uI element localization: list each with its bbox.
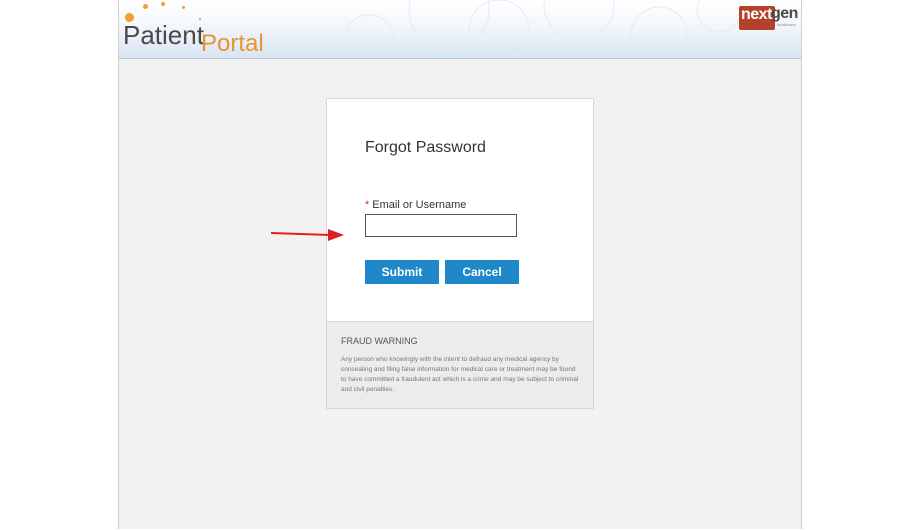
red-arrow-icon <box>270 229 344 241</box>
email-username-label: * Email or Username <box>365 199 466 211</box>
fraud-warning-text: Any person who knowingly with the intent… <box>341 356 579 393</box>
cancel-button[interactable]: Cancel <box>445 260 519 284</box>
header-banner: Patient Portal next gen healthcare <box>119 0 801 59</box>
required-marker: * <box>365 199 370 211</box>
email-username-input[interactable] <box>365 214 517 237</box>
logo-portal-text: Portal <box>201 30 264 57</box>
nextgen-logo-subtext: healthcare <box>777 22 796 27</box>
forgot-password-card: Forgot Password * Email or Username Submi… <box>326 98 594 322</box>
page-title: Forgot Password <box>365 139 486 156</box>
email-username-label-text: Email or Username <box>372 199 467 211</box>
submit-button[interactable]: Submit <box>365 260 439 284</box>
fraud-warning-panel: FRAUD WARNING Any person who knowingly w… <box>326 322 594 409</box>
nextgen-logo-next: next <box>741 6 772 23</box>
logo-patient-text: Patient <box>123 20 204 50</box>
nextgen-logo-gen: gen <box>771 5 798 22</box>
fraud-warning-title: FRAUD WARNING <box>341 336 418 346</box>
